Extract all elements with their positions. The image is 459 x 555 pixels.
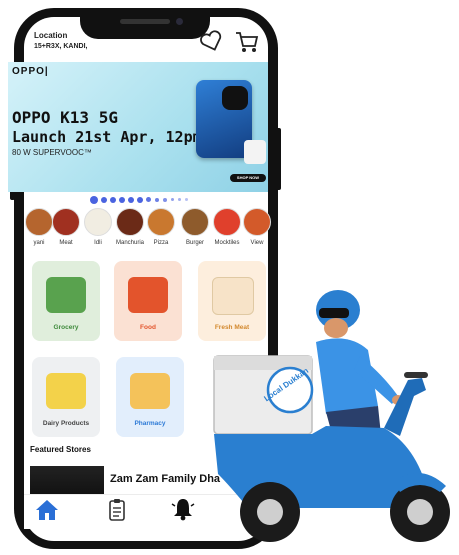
category-item[interactable]: yani xyxy=(24,208,54,246)
category-image xyxy=(25,208,53,236)
category-item[interactable]: Manchuria xyxy=(115,208,145,246)
category-item[interactable]: Idli xyxy=(83,208,113,246)
category-item[interactable]: Burger xyxy=(180,208,210,246)
banner-model: OPPO K13 5G xyxy=(12,108,118,127)
carousel-dot[interactable] xyxy=(146,197,151,202)
category-strip: yani Meat Idli Manchuria Pizza Burger Mo… xyxy=(0,208,300,250)
category-image xyxy=(84,208,112,236)
tile-label: Grocery xyxy=(53,324,79,331)
notch xyxy=(80,9,210,39)
category-image xyxy=(116,208,144,236)
tile-label: Food xyxy=(140,324,156,331)
featured-title: Featured Stores xyxy=(30,445,91,454)
carousel-dot[interactable] xyxy=(171,198,174,201)
orders-icon[interactable] xyxy=(108,498,126,522)
carousel-dot[interactable] xyxy=(119,197,125,203)
tile-label: Dairy Products xyxy=(42,420,90,427)
category-image xyxy=(52,208,80,236)
side-button xyxy=(276,128,281,190)
location-header[interactable]: Location 15+R3X, KANDI, xyxy=(34,30,88,52)
cart-icon[interactable] xyxy=(234,30,260,54)
category-label: Manchuria xyxy=(115,240,144,246)
category-label: yani xyxy=(33,240,45,246)
carousel-dot[interactable] xyxy=(155,198,159,202)
home-icon[interactable] xyxy=(34,498,60,522)
category-image xyxy=(213,208,241,236)
promo-banner[interactable]: OPPO| OPPO K13 5G Launch 21st Apr, 12pm … xyxy=(8,62,268,192)
carousel-dot[interactable] xyxy=(163,198,167,202)
banner-sub: 80 W SUPERVOOC™ xyxy=(12,148,92,157)
dairy-image xyxy=(46,373,86,409)
store-image[interactable] xyxy=(30,466,104,496)
tile-grocery[interactable]: Grocery xyxy=(32,261,100,341)
category-item[interactable]: Mocktiles xyxy=(212,208,242,246)
category-label: Idli xyxy=(94,240,102,246)
location-label: Location xyxy=(34,31,68,40)
category-image xyxy=(243,208,271,236)
bell-icon[interactable] xyxy=(171,496,195,522)
pharmacy-image xyxy=(130,373,170,409)
category-label: Pizza xyxy=(153,240,169,246)
category-item[interactable]: Pizza xyxy=(146,208,176,246)
tile-food[interactable]: Food xyxy=(114,261,182,341)
category-image xyxy=(181,208,209,236)
carousel-dot[interactable] xyxy=(185,198,188,201)
category-label: Mocktiles xyxy=(214,240,240,246)
tile-dairy[interactable]: Dairy Products xyxy=(32,357,100,437)
grocery-image xyxy=(46,277,86,313)
carousel-dot[interactable] xyxy=(178,198,181,201)
charger-image xyxy=(244,140,266,164)
category-item[interactable]: Meat xyxy=(51,208,81,246)
store-name[interactable]: Zam Zam Family Dha xyxy=(110,473,220,485)
category-item[interactable]: View xyxy=(242,208,272,246)
tile-label: Pharmacy xyxy=(134,420,166,427)
carousel-dot[interactable] xyxy=(90,196,98,204)
carousel-dot[interactable] xyxy=(137,197,143,203)
category-label: Burger xyxy=(185,240,204,246)
carousel-dot[interactable] xyxy=(128,197,134,203)
category-image xyxy=(147,208,175,236)
category-label: View xyxy=(250,240,264,246)
tile-pharmacy[interactable]: Pharmacy xyxy=(116,357,184,437)
category-label: Meat xyxy=(59,240,73,246)
food-image xyxy=(128,277,168,313)
location-address: 15+R3X, KANDI, xyxy=(34,43,88,50)
carousel-dot[interactable] xyxy=(101,197,107,203)
shop-now-button[interactable]: SHOP NOW xyxy=(230,174,266,182)
heart-icon[interactable] xyxy=(200,30,224,52)
carousel-dot[interactable] xyxy=(110,197,116,203)
delivery-scooter-illustration: Local Dukkan xyxy=(213,290,450,542)
banner-launch: Launch 21st Apr, 12pm xyxy=(12,128,202,146)
banner-brand: OPPO| xyxy=(12,66,49,77)
